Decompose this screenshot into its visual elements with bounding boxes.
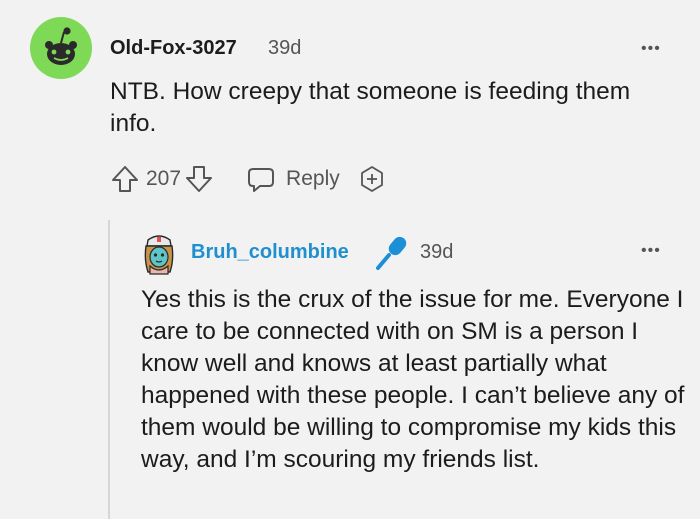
thread-line[interactable]: [108, 220, 110, 519]
comment-body: NTB. How creepy that someone is feeding …: [110, 78, 631, 137]
reply-label: Reply: [286, 167, 340, 190]
upvote-icon[interactable]: [110, 164, 140, 194]
speech-bubble-icon: [248, 168, 275, 192]
microphone-icon: [372, 232, 412, 272]
custom-avatar-icon: [144, 235, 174, 275]
reply-more-options-icon[interactable]: •••: [641, 242, 661, 260]
award-plus-icon[interactable]: [358, 165, 386, 193]
reply-timestamp: 39d: [420, 241, 454, 263]
avatar[interactable]: [30, 17, 92, 79]
reply-button[interactable]: Reply: [246, 164, 340, 194]
comment-author[interactable]: Old-Fox-3027: [110, 37, 237, 60]
reply-avatar[interactable]: [136, 230, 182, 276]
more-options-icon[interactable]: •••: [641, 40, 661, 58]
reply-body: Yes this is the crux of the issue for me…: [141, 286, 685, 473]
comment-actions: 207 Reply: [110, 163, 386, 195]
vote-score: 207: [146, 167, 182, 190]
downvote-icon[interactable]: [184, 164, 214, 194]
snoo-avatar-icon: [30, 17, 92, 79]
reply-author[interactable]: Bruh_columbine: [191, 241, 349, 264]
comment-timestamp: 39d: [268, 37, 302, 59]
